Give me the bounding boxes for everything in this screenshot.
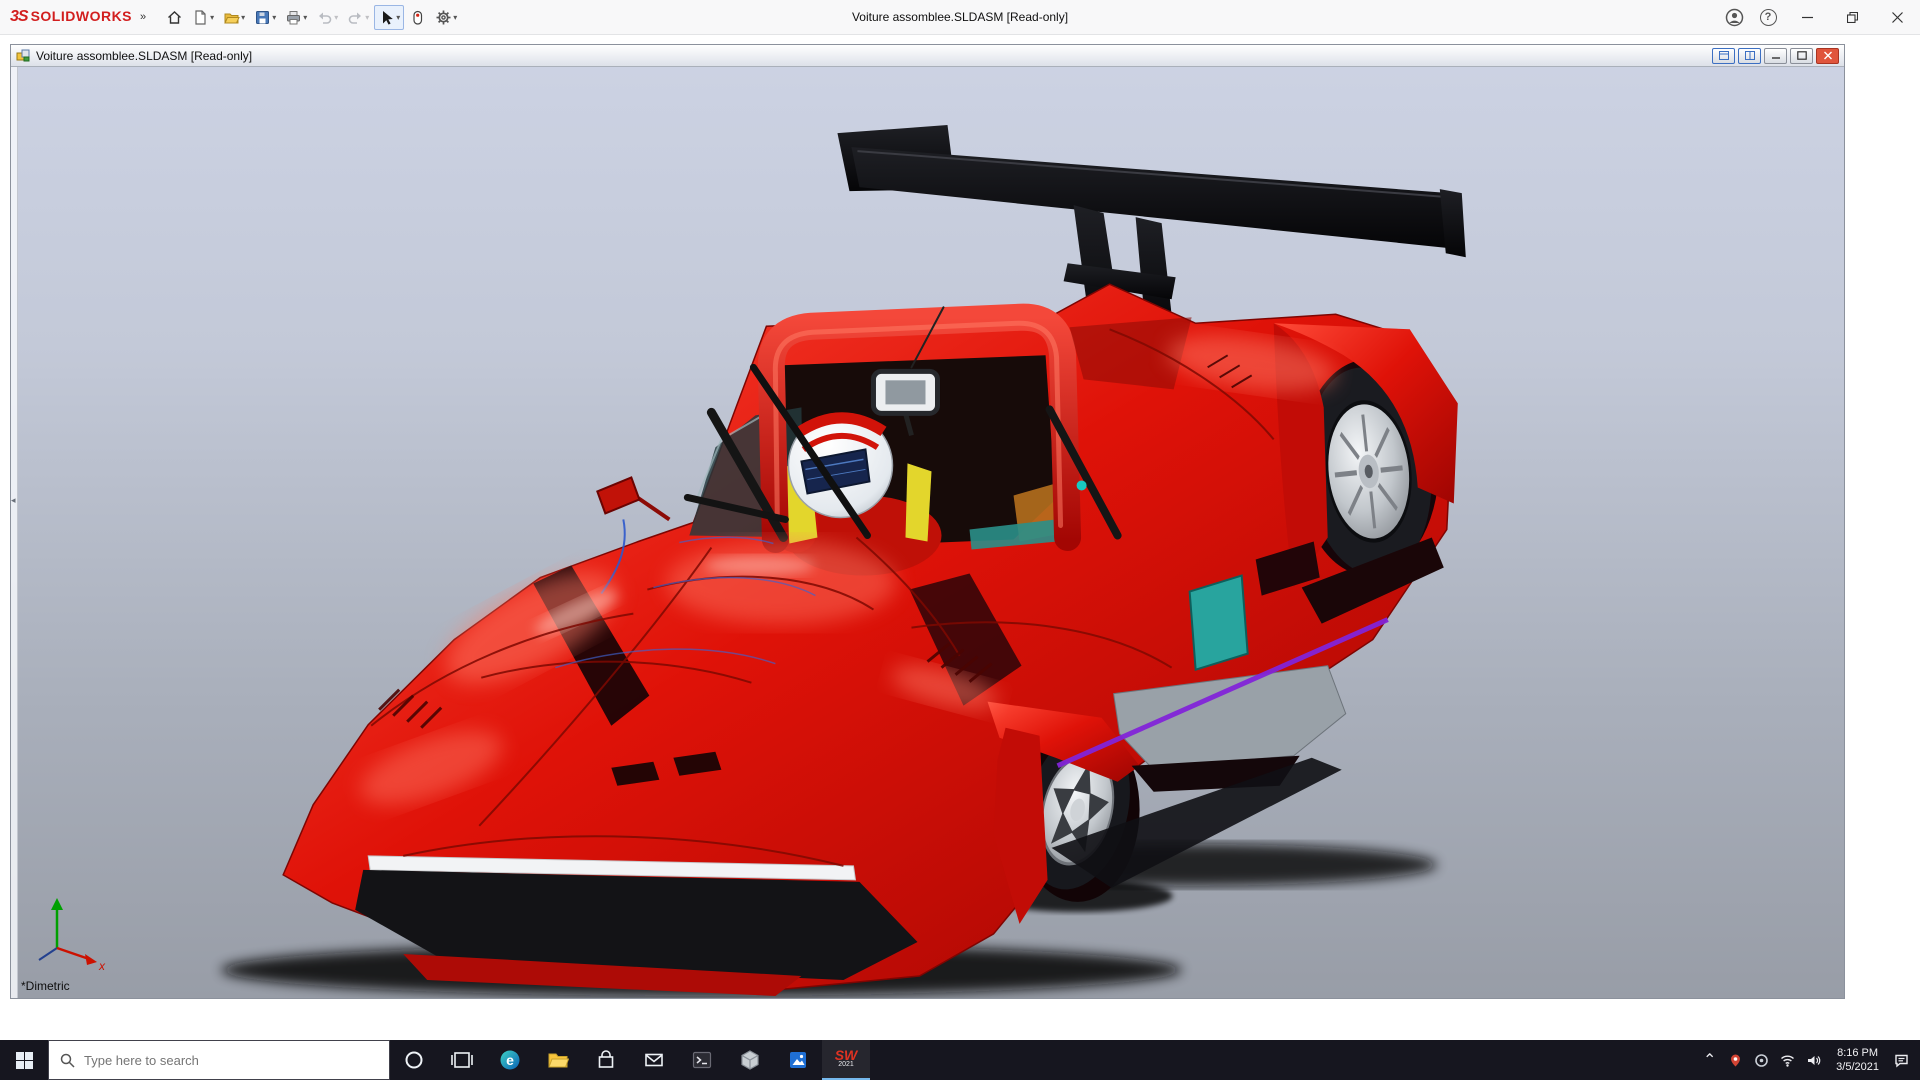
new-document-button[interactable]: ▾	[188, 5, 218, 30]
toolbar-flyout-icon[interactable]: »	[140, 11, 146, 23]
dropdown-caret-icon[interactable]: ▾	[210, 13, 214, 22]
side-window	[1190, 576, 1248, 670]
clock-time: 8:16 PM	[1836, 1046, 1879, 1060]
doc-maximize-button[interactable]	[1790, 48, 1813, 64]
view-orientation-label: *Dimetric	[21, 979, 70, 993]
document-titlebar[interactable]: Voiture assomblee.SLDASM [Read-only]	[11, 45, 1844, 67]
document-title: Voiture assomblee.SLDASM [Read-only]	[36, 49, 252, 63]
undo-button[interactable]: ▾	[312, 5, 342, 30]
quick-access-toolbar: ▾ ▾ ▾ ▾ ▾ ▾ ▾ ▾	[162, 5, 461, 30]
solidworks-app-icon: SW 2021	[835, 1050, 858, 1070]
volume-icon[interactable]	[1801, 1040, 1826, 1080]
close-button[interactable]	[1875, 0, 1920, 34]
document-window: Voiture assomblee.SLDASM [Read-only]	[10, 44, 1845, 999]
task-view-icon	[451, 1049, 473, 1071]
taskbar-item-terminal[interactable]	[678, 1040, 726, 1080]
car-model[interactable]	[11, 67, 1844, 998]
mouse-gestures-button[interactable]	[405, 5, 430, 30]
edrawings-icon	[739, 1049, 761, 1071]
dropdown-caret-icon[interactable]: ▾	[365, 13, 369, 22]
orientation-triad: x	[27, 886, 115, 974]
client-area: Voiture assomblee.SLDASM [Read-only]	[0, 35, 1920, 1040]
taskbar-item-store[interactable]	[582, 1040, 630, 1080]
feature-panel-strip[interactable]: ◂	[11, 67, 18, 998]
teal-indicator	[1077, 480, 1087, 490]
taskbar-item-solidworks[interactable]: SW 2021	[822, 1040, 870, 1080]
wifi-icon[interactable]	[1775, 1040, 1800, 1080]
clock-date: 3/5/2021	[1836, 1060, 1879, 1074]
dropdown-caret-icon[interactable]: ▾	[241, 13, 245, 22]
panel-collapse-icon[interactable]: ◂	[11, 495, 16, 506]
tile-window-button[interactable]	[1712, 48, 1735, 64]
titlebar-controls: ?	[1717, 0, 1920, 34]
viewport-canvas[interactable]: ◂ x *Dimetric	[11, 67, 1844, 998]
svg-text:e: e	[506, 1052, 514, 1068]
doc-close-button[interactable]	[1816, 48, 1839, 64]
action-center-icon[interactable]	[1889, 1040, 1914, 1080]
dropdown-caret-icon[interactable]: ▾	[303, 13, 307, 22]
select-tool-button[interactable]: ▾	[374, 5, 404, 30]
terminal-icon	[691, 1049, 713, 1071]
taskbar-clock[interactable]: 8:16 PM 3/5/2021	[1827, 1046, 1888, 1074]
solidworks-logo: 3S SOLIDWORKS	[0, 8, 132, 26]
dropdown-caret-icon[interactable]: ▾	[396, 13, 400, 22]
open-button[interactable]: ▾	[219, 5, 249, 30]
app-titlebar: 3S SOLIDWORKS » ▾ ▾ ▾ ▾ ▾ ▾	[0, 0, 1920, 35]
mail-icon	[643, 1049, 665, 1071]
hidden-icons-chevron[interactable]: ⌃	[1697, 1040, 1722, 1080]
app-title: Voiture assomblee.SLDASM [Read-only]	[300, 10, 1620, 24]
store-icon	[595, 1049, 617, 1071]
driver-vest-right	[905, 463, 931, 541]
dropdown-caret-icon[interactable]: ▾	[334, 13, 338, 22]
dropdown-caret-icon[interactable]: ▾	[272, 13, 276, 22]
taskbar-item-mail[interactable]	[630, 1040, 678, 1080]
windows-logo-icon	[16, 1052, 33, 1069]
security-pin-icon[interactable]	[1723, 1040, 1748, 1080]
help-icon[interactable]: ?	[1751, 0, 1785, 34]
taskbar-search[interactable]	[48, 1040, 390, 1080]
minimize-button[interactable]	[1785, 0, 1830, 34]
sync-icon[interactable]	[1749, 1040, 1774, 1080]
solidworks-logo-mark: 3S	[10, 8, 28, 26]
taskbar-item-file-explorer[interactable]	[534, 1040, 582, 1080]
start-button[interactable]	[0, 1040, 48, 1080]
new-viewport-button[interactable]	[1738, 48, 1761, 64]
search-icon	[60, 1053, 75, 1068]
assembly-doc-icon	[16, 48, 31, 63]
dropdown-caret-icon[interactable]: ▾	[453, 13, 457, 22]
file-explorer-icon	[547, 1049, 569, 1071]
doc-minimize-button[interactable]	[1764, 48, 1787, 64]
save-button[interactable]: ▾	[250, 5, 280, 30]
triad-x-label: x	[98, 959, 106, 973]
taskbar-item-cortana[interactable]	[390, 1040, 438, 1080]
edge-icon: e	[499, 1049, 521, 1071]
restore-button[interactable]	[1830, 0, 1875, 34]
redo-button[interactable]: ▾	[343, 5, 373, 30]
front-splitter	[355, 856, 917, 996]
search-input[interactable]	[84, 1053, 378, 1068]
document-window-controls	[1712, 48, 1839, 64]
account-icon[interactable]	[1717, 0, 1751, 34]
photos-icon	[787, 1049, 809, 1071]
system-tray: ⌃ 8:16 PM 3/5/2021	[1697, 1040, 1920, 1080]
print-button[interactable]: ▾	[281, 5, 311, 30]
solidworks-logo-text: SOLIDWORKS	[31, 8, 132, 24]
taskbar-item-edge[interactable]: e	[486, 1040, 534, 1080]
home-button[interactable]	[162, 5, 187, 30]
taskbar-item-task-view[interactable]	[438, 1040, 486, 1080]
taskbar: e SW 2021 ⌃	[0, 1040, 1920, 1080]
taskbar-item-edrawings[interactable]	[726, 1040, 774, 1080]
taskbar-item-photos[interactable]	[774, 1040, 822, 1080]
cortana-icon	[403, 1049, 425, 1071]
options-button[interactable]: ▾	[431, 5, 461, 30]
